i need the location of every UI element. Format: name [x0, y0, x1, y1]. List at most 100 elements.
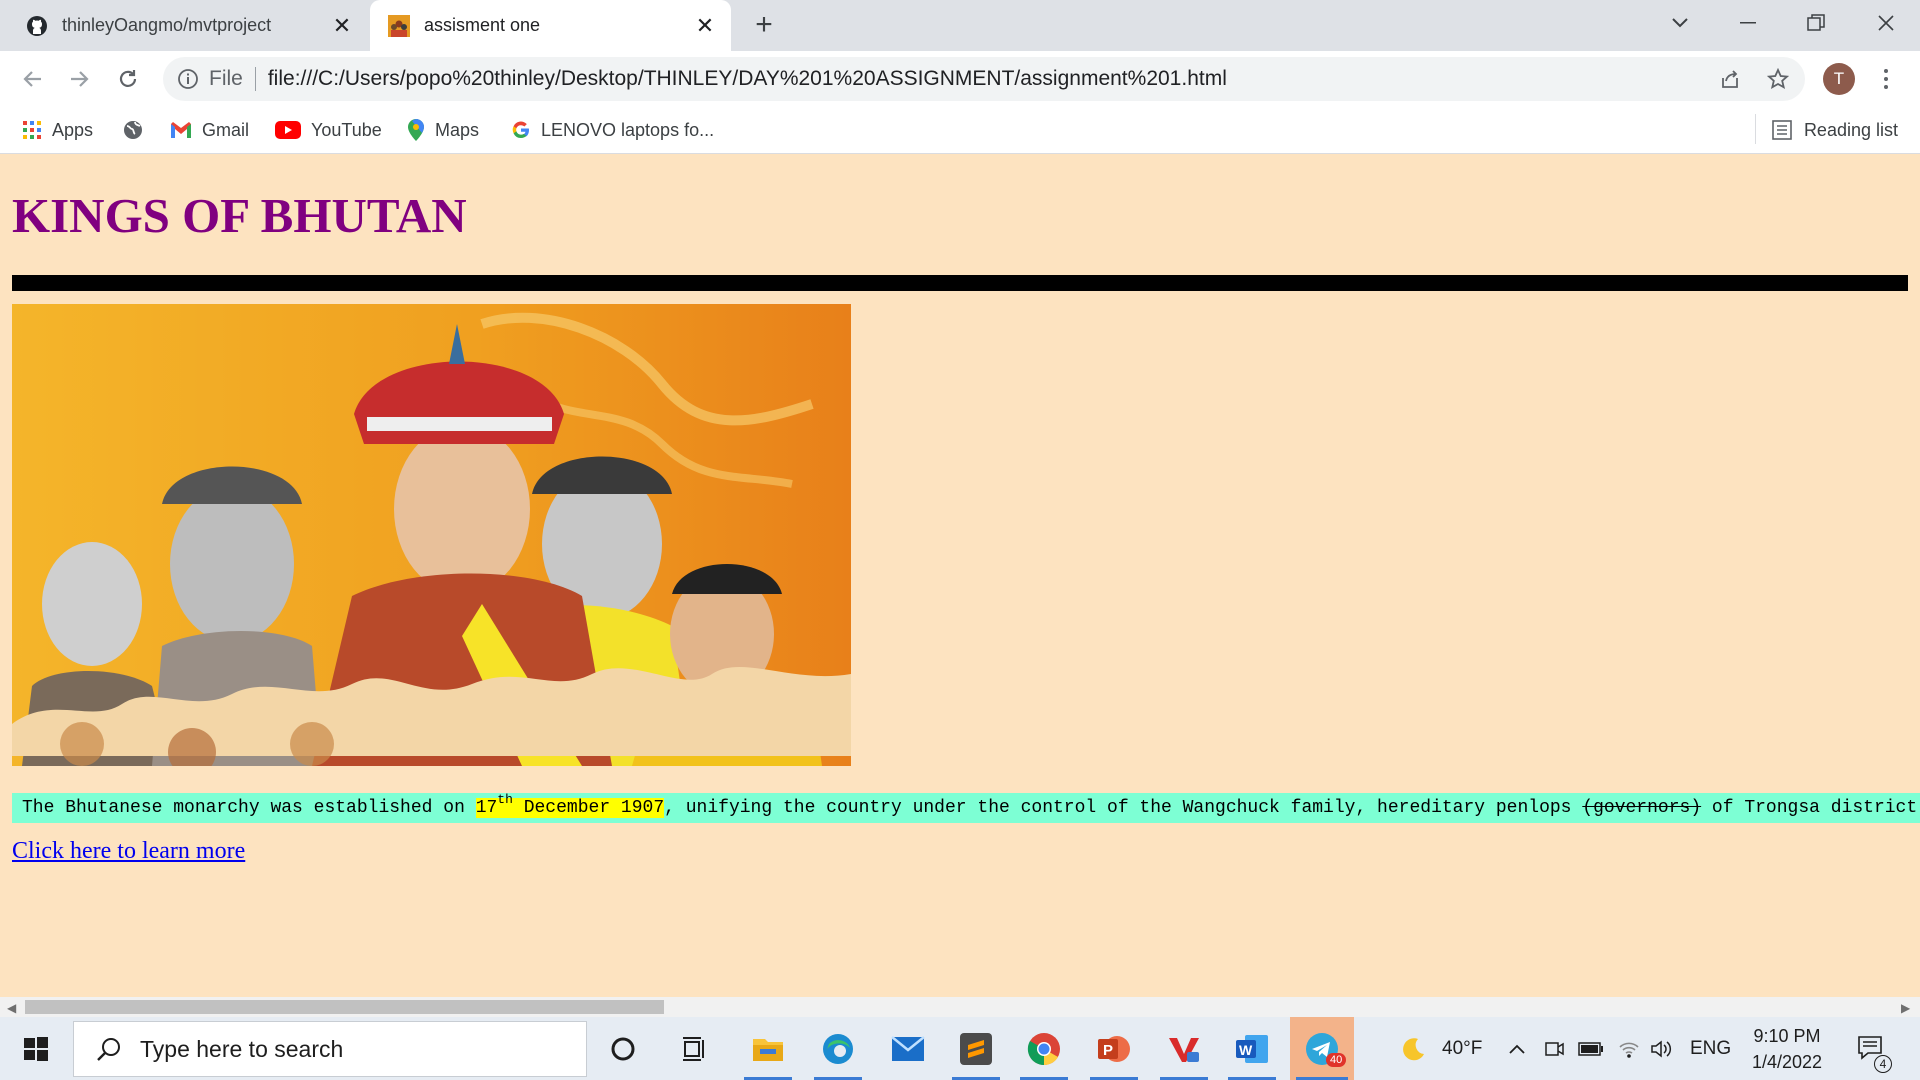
cortana-icon[interactable]	[593, 1017, 653, 1080]
mail-icon[interactable]	[878, 1017, 938, 1080]
bookmark-maps[interactable]: Maps	[407, 107, 479, 153]
profile-avatar[interactable]: T	[1823, 63, 1855, 95]
paragraph-text: of Trongsa district.	[1701, 798, 1920, 818]
browser-toolbar: File file:///C:/Users/popo%20thinley/Des…	[0, 51, 1920, 107]
github-icon	[26, 15, 48, 37]
close-window-button[interactable]	[1856, 0, 1916, 45]
highlighted-date: 17th December 1907	[475, 793, 665, 818]
back-button[interactable]	[14, 61, 50, 97]
svg-text:P: P	[1103, 1042, 1113, 1059]
bookmark-gmail[interactable]: Gmail	[170, 107, 249, 153]
paragraph-text: , unifying the country under the control…	[664, 798, 1583, 818]
bookmark-youtube[interactable]: YouTube	[275, 107, 382, 153]
horizontal-rule	[12, 275, 1908, 291]
bookmark-apps[interactable]: Apps	[22, 107, 93, 153]
paragraph-text: The Bhutanese monarchy was established o…	[22, 798, 476, 818]
date-ordinal: th	[497, 792, 513, 807]
close-tab-icon[interactable]: ✕	[330, 13, 354, 38]
bookmark-label: Gmail	[202, 119, 250, 140]
powerpoint-icon[interactable]: P	[1084, 1017, 1144, 1080]
scroll-left-arrow-icon[interactable]: ◀	[7, 1001, 16, 1015]
apps-grid-icon	[22, 120, 42, 140]
forward-button[interactable]	[62, 61, 98, 97]
telegram-icon[interactable]: 40	[1290, 1017, 1354, 1080]
tab-github[interactable]: thinleyOangmo/mvtproject ✕	[8, 0, 368, 51]
tab-title: assisment one	[424, 15, 541, 35]
horizontal-scrollbar[interactable]: ◀ ▶	[0, 997, 1920, 1017]
address-divider	[254, 67, 256, 91]
tab-assisment-one[interactable]: assisment one ✕	[370, 0, 731, 51]
maps-icon	[407, 118, 425, 142]
tab-search-chevron-icon[interactable]	[1650, 0, 1710, 45]
bookmarks-bar: Apps Gmail YouTube Maps LENOVO laptops f…	[0, 107, 1920, 154]
page-content: KINGS OF BHUTAN The Bhutanese monarchy w…	[0, 155, 1920, 997]
restore-window-button[interactable]	[1786, 0, 1846, 45]
reading-list-button[interactable]: Reading list	[1772, 107, 1898, 153]
reading-list-icon	[1772, 120, 1792, 140]
volume-icon[interactable]	[1650, 1017, 1674, 1080]
reading-list-label: Reading list	[1803, 119, 1898, 140]
clock-time: 9:10 PM	[1753, 1026, 1821, 1046]
battery-icon[interactable]	[1578, 1017, 1604, 1080]
weather-widget[interactable]: 40°F	[1400, 1017, 1482, 1080]
show-hidden-icons-chevron-icon[interactable]	[1508, 1017, 1526, 1080]
site-info-icon[interactable]	[177, 68, 199, 90]
youtube-icon	[275, 121, 301, 139]
minimize-window-button[interactable]	[1718, 0, 1778, 45]
meet-now-icon[interactable]	[1544, 1017, 1564, 1080]
weather-temperature: 40°F	[1442, 1037, 1483, 1059]
wifi-icon[interactable]	[1618, 1017, 1640, 1080]
history-paragraph: The Bhutanese monarchy was established o…	[12, 793, 1920, 823]
reload-button[interactable]	[110, 61, 146, 97]
address-bar[interactable]: File file:///C:/Users/popo%20thinley/Des…	[163, 57, 1805, 101]
clock-date: 1/4/2022	[1751, 1052, 1823, 1072]
notification-center-icon[interactable]: 4	[1856, 1017, 1892, 1080]
learn-more-link[interactable]: Click here to learn more	[12, 838, 245, 865]
bookmark-label: Maps	[435, 119, 480, 140]
google-icon	[511, 120, 531, 140]
edge-icon[interactable]	[808, 1017, 868, 1080]
taskbar-search-box[interactable]: Type here to search	[73, 1021, 587, 1077]
browser-menu-icon[interactable]	[1876, 62, 1896, 96]
telegram-badge: 40	[1326, 1053, 1347, 1067]
scroll-right-arrow-icon[interactable]: ▶	[1901, 1001, 1910, 1015]
bookmark-globe[interactable]	[123, 107, 153, 153]
input-language[interactable]: ENG	[1690, 1017, 1731, 1080]
search-icon	[96, 1036, 122, 1062]
windows-taskbar: Type here to search P W 40 40°F ENG 9:10…	[0, 1017, 1920, 1080]
bookmark-lenovo[interactable]: LENOVO laptops fo...	[511, 107, 714, 153]
svg-text:W: W	[1239, 1042, 1253, 1058]
url-text[interactable]: file:///C:/Users/popo%20thinley/Desktop/…	[268, 67, 1227, 91]
globe-icon	[123, 120, 143, 140]
start-button[interactable]	[6, 1017, 66, 1080]
share-icon[interactable]	[1712, 61, 1748, 97]
moon-icon	[1400, 1036, 1426, 1062]
page-heading: KINGS OF BHUTAN	[12, 188, 467, 243]
bookmark-star-icon[interactable]	[1760, 61, 1796, 97]
taskbar-clock[interactable]: 9:10 PM 1/4/2022	[1742, 1023, 1832, 1075]
struck-text: (governors)	[1582, 798, 1702, 818]
file-explorer-icon[interactable]	[738, 1017, 798, 1080]
sublime-text-icon[interactable]	[946, 1017, 1006, 1080]
scheme-label: File	[209, 67, 243, 90]
kings-thumbnail-icon	[388, 14, 410, 37]
task-view-icon[interactable]	[665, 1017, 725, 1080]
bookmark-label: LENOVO laptops fo...	[541, 119, 715, 140]
gmail-icon	[170, 121, 192, 139]
search-placeholder: Type here to search	[140, 1035, 344, 1062]
chrome-icon[interactable]	[1014, 1017, 1074, 1080]
tab-title: thinleyOangmo/mvtproject	[62, 15, 272, 35]
notification-count: 4	[1874, 1055, 1892, 1073]
close-tab-icon[interactable]: ✕	[693, 13, 717, 38]
scrollbar-thumb[interactable]	[25, 1000, 664, 1014]
tab-strip: thinleyOangmo/mvtproject ✕ assisment one…	[0, 0, 1920, 51]
bookmark-label: YouTube	[311, 119, 382, 140]
new-tab-button[interactable]: +	[748, 10, 780, 42]
bookmark-label: Apps	[52, 119, 94, 140]
kings-of-bhutan-image	[12, 304, 851, 766]
vivaldi-icon[interactable]	[1154, 1017, 1214, 1080]
date-day: 17	[475, 798, 498, 818]
reading-list-divider	[1755, 114, 1756, 144]
date-rest: December 1907	[512, 798, 665, 818]
word-icon[interactable]: W	[1222, 1017, 1282, 1080]
